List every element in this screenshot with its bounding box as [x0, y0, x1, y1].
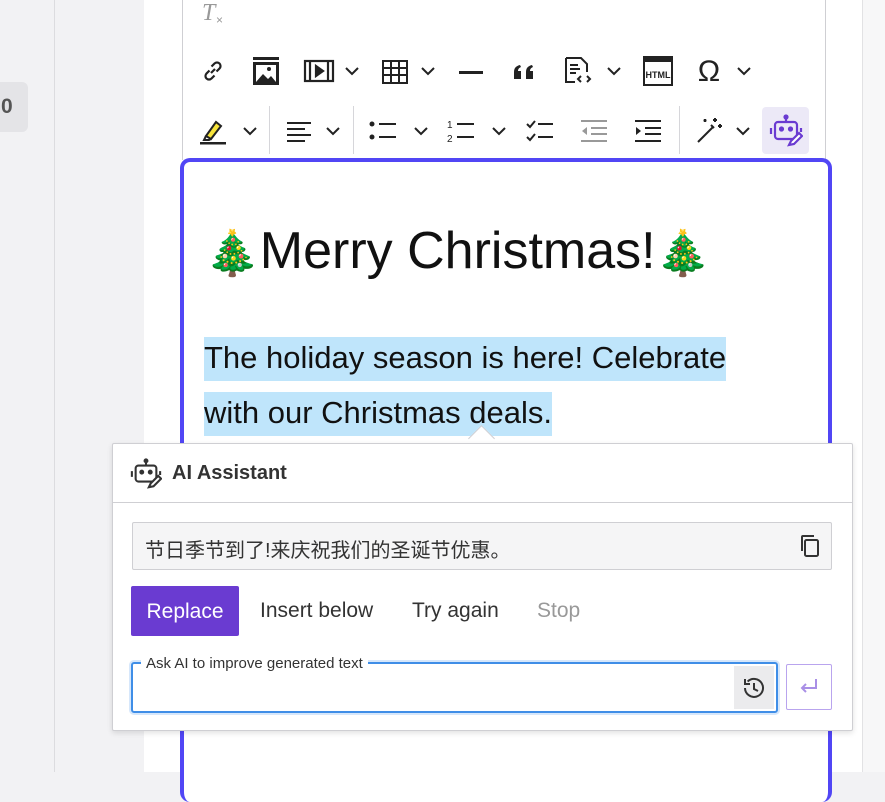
magic-wand-icon[interactable] — [692, 114, 726, 148]
chevron-down-icon[interactable] — [735, 123, 751, 144]
numbered-list-icon[interactable]: 12 — [445, 116, 477, 146]
remove-format-icon[interactable]: T × — [198, 0, 230, 26]
omega-glyph: Ω — [697, 55, 721, 88]
chevron-down-icon[interactable] — [420, 63, 436, 84]
chevron-down-icon[interactable] — [325, 123, 341, 144]
chevron-down-icon[interactable] — [606, 63, 622, 84]
source-code-icon[interactable] — [560, 54, 594, 88]
right-gutter — [862, 0, 885, 772]
block-quote-icon[interactable] — [510, 57, 540, 87]
selected-paragraph[interactable]: The holiday season is here! Celebrate wi… — [204, 330, 774, 440]
todo-list-icon[interactable] — [524, 116, 556, 146]
toolbar-separator — [353, 106, 354, 154]
enter-icon — [800, 679, 817, 693]
heading-text: Merry Christmas! — [259, 222, 656, 280]
christmas-tree-icon: 🎄 — [205, 229, 260, 278]
ai-panel-header: AI Assistant — [113, 444, 852, 503]
svg-text:×: × — [216, 13, 223, 26]
toolbar-separator — [269, 106, 270, 154]
stop-button[interactable]: Stop — [537, 586, 580, 636]
insert-below-button[interactable]: Insert below — [260, 586, 373, 636]
paragraph-line-2: with our Christmas deals. — [204, 392, 553, 436]
chevron-down-icon[interactable] — [242, 123, 258, 144]
improve-prompt-label: Ask AI to improve generated text — [141, 655, 368, 673]
christmas-tree-icon: 🎄 — [655, 229, 711, 278]
special-characters-icon[interactable]: Ω — [692, 55, 726, 89]
copy-icon[interactable] — [797, 533, 823, 559]
html-embed-icon[interactable]: HTML — [640, 54, 676, 88]
highlight-icon[interactable] — [196, 114, 230, 148]
toolbar-separator — [679, 106, 680, 154]
left-rail: 0 — [0, 0, 55, 772]
ai-response-box: 节日季节到了!来庆祝我们的圣诞节优惠。 — [132, 522, 832, 570]
paragraph-line-1: The holiday season is here! Celebrate — [204, 337, 727, 381]
svg-text:1: 1 — [447, 120, 453, 131]
indent-icon[interactable] — [632, 116, 664, 146]
heading-merry-christmas[interactable]: 🎄Merry Christmas!🎄 — [205, 218, 710, 287]
outdent-icon[interactable] — [578, 116, 610, 146]
bulleted-list-icon[interactable] — [367, 116, 399, 146]
html-badge-text: HTML — [646, 70, 671, 80]
chevron-down-icon[interactable] — [491, 123, 507, 144]
replace-button[interactable]: Replace — [131, 586, 239, 636]
insert-image-icon[interactable] — [249, 54, 283, 88]
media-embed-icon[interactable] — [302, 56, 336, 86]
ai-assistant-button[interactable] — [762, 107, 809, 154]
chevron-down-icon[interactable] — [413, 123, 429, 144]
history-icon[interactable] — [734, 666, 774, 709]
chevron-down-icon[interactable] — [736, 63, 752, 84]
svg-text:T: T — [202, 0, 217, 26]
ai-assistant-panel: AI Assistant 节日季节到了!来庆祝我们的圣诞节优惠。 Replace… — [112, 443, 853, 731]
align-left-icon[interactable] — [284, 116, 314, 146]
submit-button[interactable] — [786, 664, 832, 710]
link-icon[interactable] — [198, 56, 228, 86]
ai-panel-title: AI Assistant — [172, 462, 287, 484]
ai-assistant-icon — [769, 113, 803, 147]
rail-badge[interactable]: 0 — [0, 82, 28, 132]
horizontal-line-icon[interactable] — [456, 57, 486, 87]
ai-response-text: 节日季节到了!来庆祝我们的圣诞节优惠。 — [145, 540, 511, 562]
try-again-button[interactable]: Try again — [412, 586, 499, 636]
ai-assistant-icon — [130, 458, 163, 495]
svg-text:2: 2 — [447, 134, 453, 145]
table-icon[interactable] — [380, 57, 410, 87]
chevron-down-icon[interactable] — [344, 63, 360, 84]
